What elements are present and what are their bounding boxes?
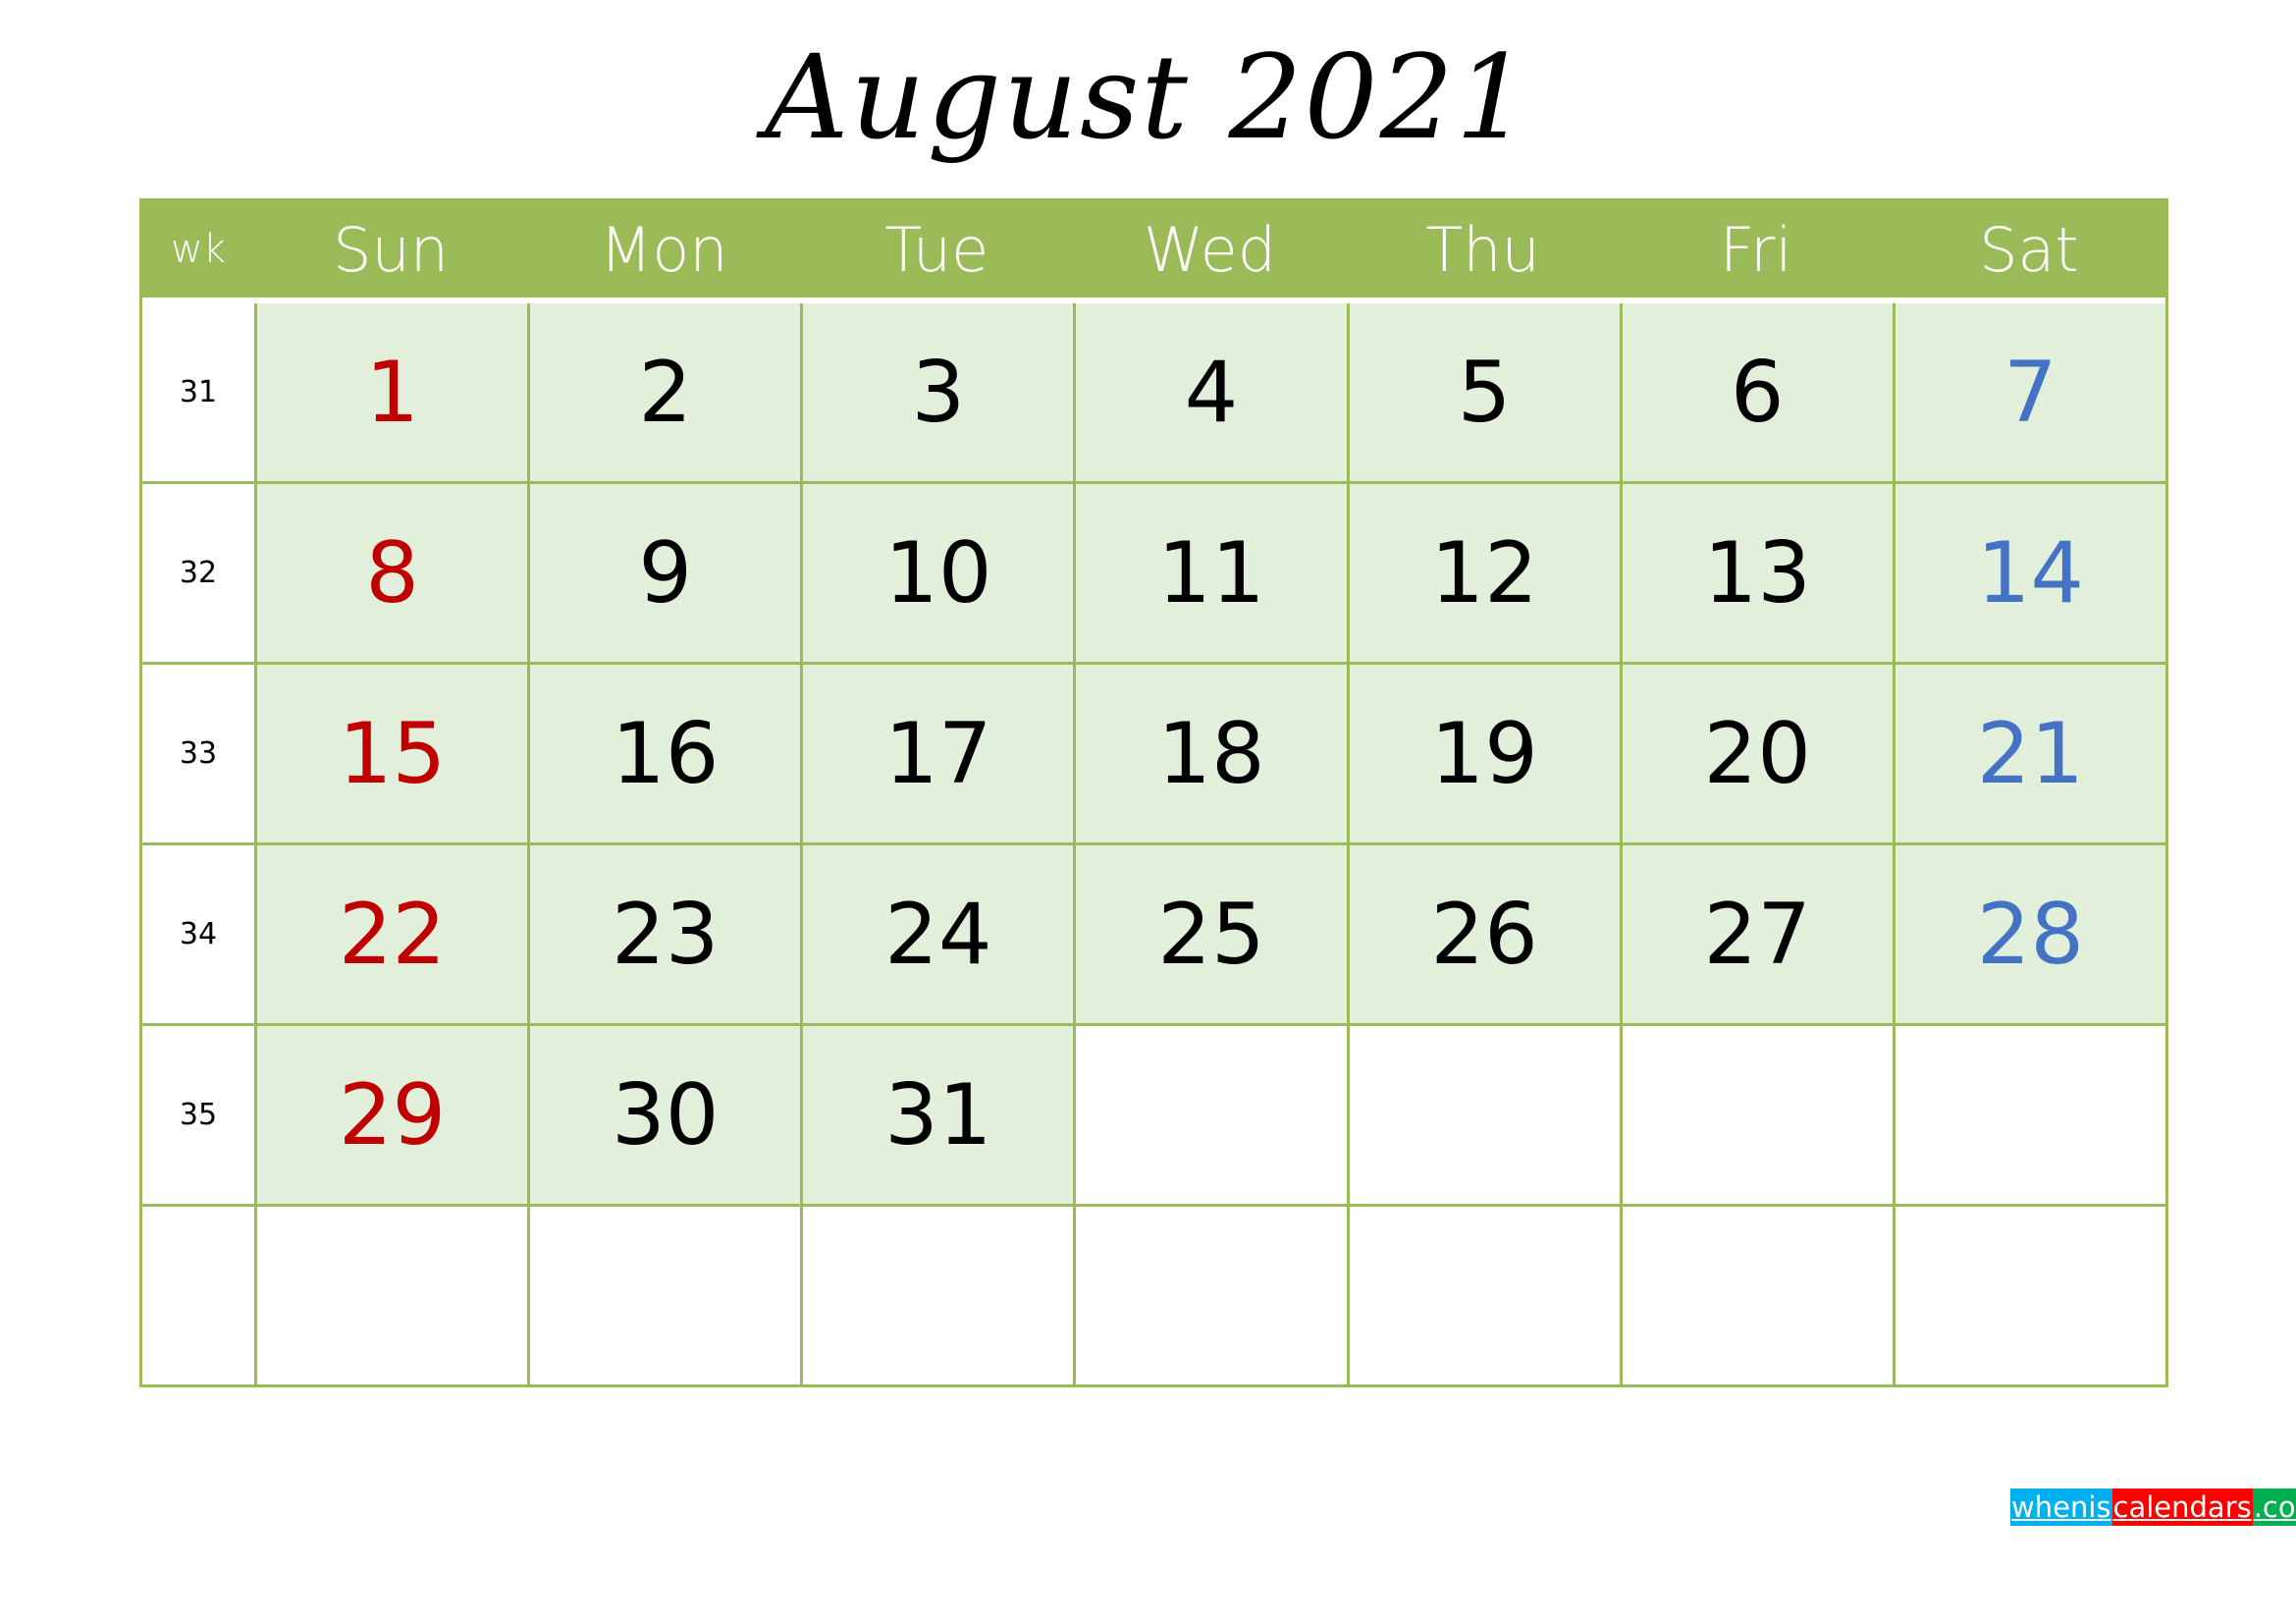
empty-day-cell xyxy=(1892,1207,2165,1384)
day-cell: 10 xyxy=(800,484,1074,662)
day-cell: 7 xyxy=(1892,303,2165,481)
empty-day-cell xyxy=(254,1207,527,1384)
week-row: 33 15 16 17 18 19 20 21 xyxy=(142,662,2165,842)
week-number-header: wk xyxy=(171,227,226,272)
day-cell: 28 xyxy=(1892,845,2165,1023)
day-cell: 11 xyxy=(1073,484,1347,662)
logo-part: calendars xyxy=(2111,1489,2253,1526)
day-cell: 13 xyxy=(1619,484,1893,662)
day-cell: 30 xyxy=(527,1026,801,1204)
day-cell: 25 xyxy=(1073,845,1347,1023)
day-cell: 9 xyxy=(527,484,801,662)
empty-day-cell xyxy=(1346,1026,1620,1204)
logo-part: .com xyxy=(2252,1489,2296,1526)
weekday-sat: Sat xyxy=(1979,213,2079,286)
week-row: 34 22 23 24 25 26 27 28 xyxy=(142,842,2165,1023)
weekday-thu: Thu xyxy=(1425,213,1540,286)
day-cell: 29 xyxy=(254,1026,528,1204)
empty-day-cell xyxy=(1073,1207,1346,1384)
week-number: 34 xyxy=(142,845,254,1023)
calendar-grid: wk Sun Mon Tue Wed Thu Fri Sat 31 1 2 3 4 5 6 7… xyxy=(139,198,2168,1387)
day-cell: 24 xyxy=(800,845,1074,1023)
whenis-calendars-logo[interactable]: whenis calendars .com xyxy=(2010,1489,2296,1531)
day-cell: 12 xyxy=(1346,484,1620,662)
week-number: 35 xyxy=(142,1026,254,1204)
week-row: 35 29 30 31 xyxy=(142,1023,2165,1204)
day-cell: 16 xyxy=(527,665,801,842)
day-cell: 8 xyxy=(254,484,528,662)
logo-part: whenis xyxy=(2010,1489,2112,1526)
day-cell: 22 xyxy=(254,845,528,1023)
weekday-mon: Mon xyxy=(599,213,728,286)
day-cell: 27 xyxy=(1619,845,1893,1023)
empty-day-cell xyxy=(1346,1207,1620,1384)
day-cell: 1 xyxy=(254,303,528,481)
week-number: 31 xyxy=(142,303,254,481)
empty-day-cell xyxy=(527,1207,800,1384)
week-row: 32 8 9 10 11 12 13 14 xyxy=(142,481,2165,662)
day-cell: 26 xyxy=(1346,845,1620,1023)
empty-day-cell xyxy=(1619,1026,1893,1204)
empty-day-cell xyxy=(1073,1026,1346,1204)
week-row xyxy=(142,1204,2165,1384)
week-number: 32 xyxy=(142,484,254,662)
day-cell: 17 xyxy=(800,665,1074,842)
calendar-title: August 2021 xyxy=(765,29,1531,165)
weekday-wed: Wed xyxy=(1143,213,1277,286)
weekday-fri: Fri xyxy=(1719,213,1792,286)
day-cell: 15 xyxy=(254,665,528,842)
day-cell: 3 xyxy=(800,303,1074,481)
day-cell: 2 xyxy=(527,303,801,481)
day-cell: 6 xyxy=(1619,303,1893,481)
day-cell: 19 xyxy=(1346,665,1620,842)
weekday-tue: Tue xyxy=(884,213,989,286)
empty-day-cell xyxy=(1619,1207,1893,1384)
day-cell: 18 xyxy=(1073,665,1347,842)
day-cell: 20 xyxy=(1619,665,1893,842)
day-cell: 21 xyxy=(1892,665,2165,842)
day-cell: 23 xyxy=(527,845,801,1023)
day-cell: 4 xyxy=(1073,303,1347,481)
day-cell: 5 xyxy=(1346,303,1620,481)
empty-day-cell xyxy=(800,1207,1073,1384)
week-number: 33 xyxy=(142,665,254,842)
day-cell: 31 xyxy=(800,1026,1074,1204)
empty-day-cell xyxy=(1892,1026,2165,1204)
week-row: 31 1 2 3 4 5 6 7 xyxy=(142,303,2165,481)
week-number xyxy=(142,1207,254,1384)
weekday-header: wk Sun Mon Tue Wed Thu Fri Sat xyxy=(142,201,2165,303)
weekday-sun: Sun xyxy=(333,213,450,286)
day-cell: 14 xyxy=(1892,484,2165,662)
